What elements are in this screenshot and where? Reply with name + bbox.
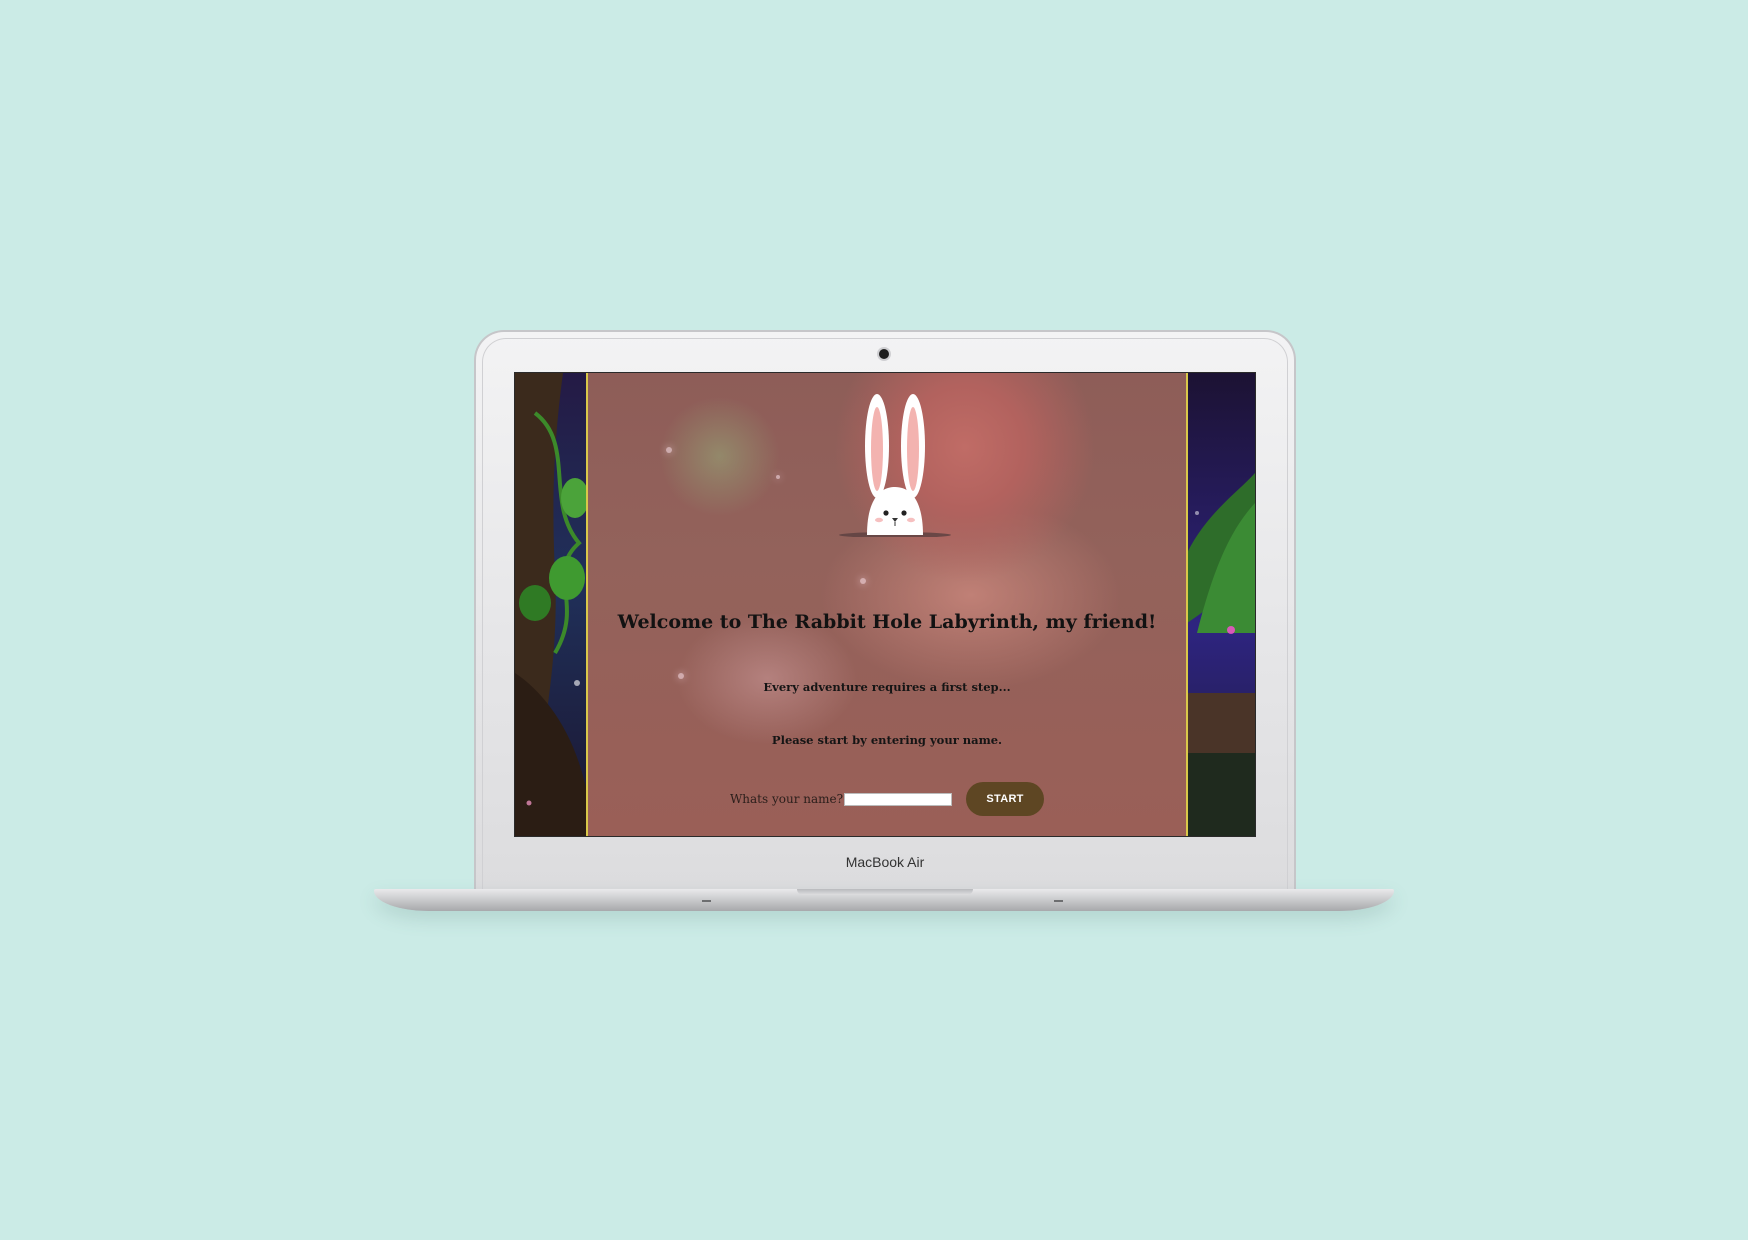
sparkle — [678, 673, 684, 679]
tagline-text: Every adventure requires a first step... — [763, 680, 1011, 694]
vine-tree-illustration — [515, 373, 587, 836]
sparkle — [776, 475, 780, 479]
start-button[interactable]: START — [966, 782, 1045, 816]
grass-illustration — [1187, 473, 1255, 836]
name-form: Whats your name? START — [588, 782, 1186, 816]
camera-icon — [879, 349, 889, 359]
forest-scenery-right — [1187, 373, 1255, 836]
forest-scenery-left — [515, 373, 587, 836]
laptop-foot — [702, 900, 711, 902]
laptop-foot — [1054, 900, 1063, 902]
welcome-panel: Welcome to The Rabbit Hole Labyrinth, my… — [586, 373, 1188, 836]
name-label: Whats your name? — [729, 792, 844, 806]
instruction-text: Please start by entering your name. — [771, 733, 1003, 747]
name-input[interactable] — [844, 792, 953, 806]
laptop-screen: Welcome to The Rabbit Hole Labyrinth, my… — [514, 372, 1256, 837]
device-model-label: MacBook Air — [845, 854, 925, 870]
lid-opening-notch — [797, 889, 973, 895]
welcome-title: Welcome to The Rabbit Hole Labyrinth, my… — [617, 611, 1157, 633]
sparkle — [860, 578, 866, 584]
sparkle — [666, 447, 672, 453]
bunny-icon — [839, 394, 951, 537]
